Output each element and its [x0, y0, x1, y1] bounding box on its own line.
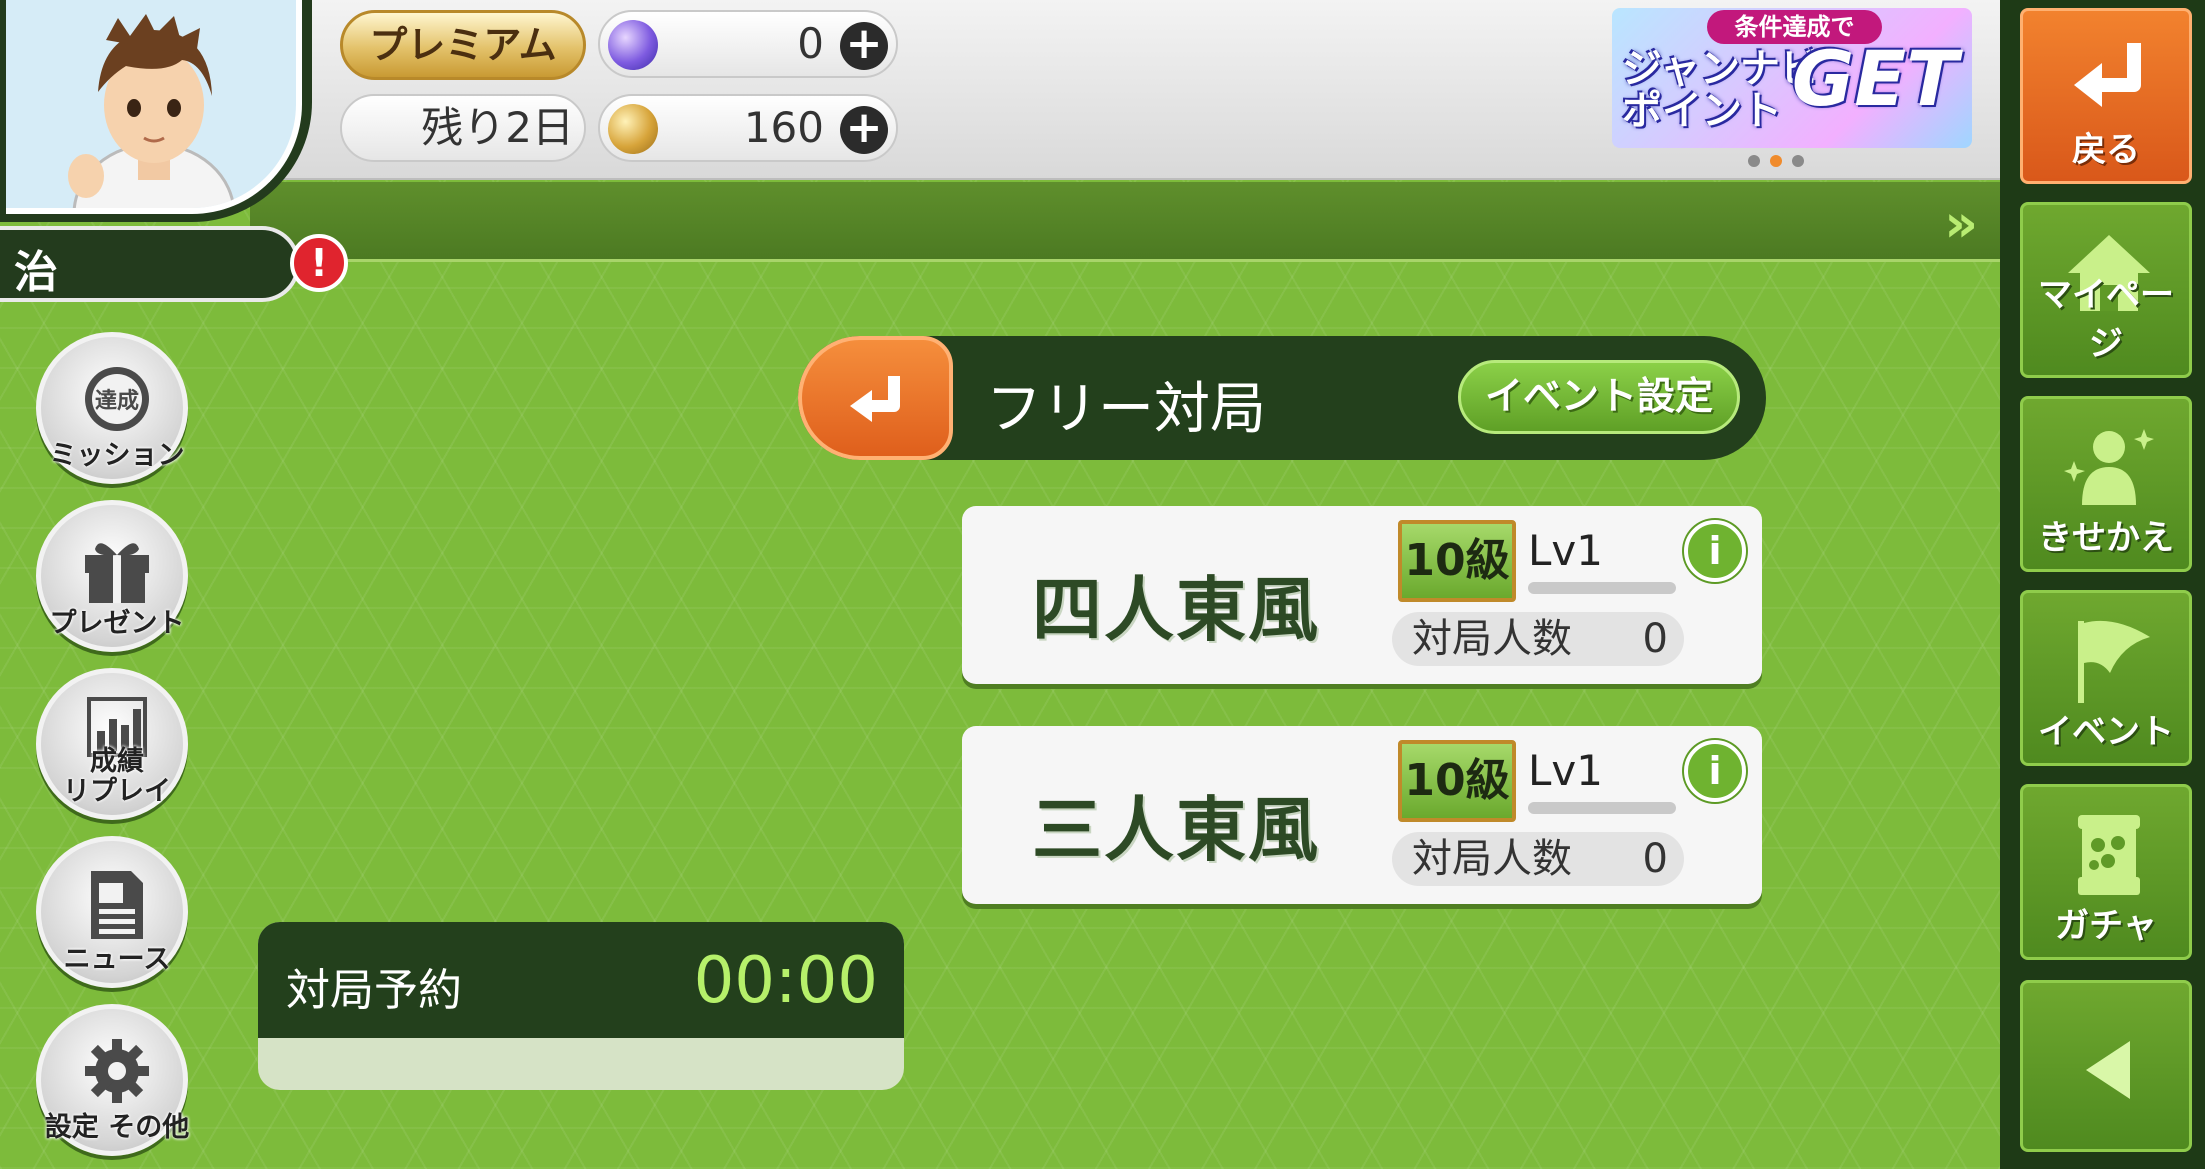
- back-arrow-icon: [2074, 43, 2141, 107]
- news-label: ニュース: [63, 944, 171, 975]
- coin-counter: 160 +: [598, 94, 898, 162]
- banner-get: GET: [1791, 34, 1958, 123]
- rank-badge: 10級: [1398, 520, 1516, 602]
- reservation-header: 対局予約 00:00: [258, 922, 904, 1038]
- player-count-label: 対局人数: [1412, 836, 1572, 882]
- mode-back-button[interactable]: [798, 336, 953, 460]
- dressup-button[interactable]: きせかえ: [2020, 396, 2192, 572]
- add-gems-button[interactable]: +: [840, 22, 888, 70]
- info-icon[interactable]: i: [1684, 740, 1746, 802]
- coin-icon: [608, 104, 658, 154]
- info-icon[interactable]: i: [1684, 520, 1746, 582]
- rank-badge: 10級: [1398, 740, 1516, 822]
- collapse-menu-button[interactable]: [2020, 980, 2192, 1152]
- back-label: 戻る: [2072, 130, 2140, 170]
- pager-dot-active[interactable]: [1770, 155, 1782, 167]
- record-replay-button[interactable]: 成績 リプレイ: [36, 668, 188, 820]
- dressup-label: きせかえ: [2038, 518, 2174, 558]
- level-progress-bar: [1528, 802, 1676, 814]
- gacha-button[interactable]: ガチャ: [2020, 784, 2192, 960]
- mypage-label: マイページ: [2038, 275, 2174, 364]
- avatar-frame[interactable]: [0, 0, 312, 222]
- player-count-label: 対局人数: [1412, 616, 1572, 662]
- gift-icon: [85, 543, 149, 603]
- record-label-line2: リプレイ: [63, 776, 171, 807]
- player-name: 治: [0, 226, 300, 302]
- pager-dot[interactable]: [1792, 155, 1804, 167]
- mission-button[interactable]: 達成 ミッション: [36, 332, 188, 484]
- mission-label: ミッション: [49, 440, 185, 471]
- premium-remaining: 残り2日: [340, 94, 586, 162]
- mypage-button[interactable]: マイページ: [2020, 202, 2192, 378]
- player-count: 対局人数 0: [1392, 612, 1684, 666]
- level-progress-bar: [1528, 582, 1676, 594]
- player-count: 対局人数 0: [1392, 832, 1684, 886]
- avatar[interactable]: [6, 0, 302, 214]
- triangle-left-icon: [2086, 1041, 2130, 1099]
- present-button[interactable]: プレゼント: [36, 500, 188, 652]
- mission-stamp-icon: 達成: [85, 367, 149, 431]
- room-title: 三人東風: [1032, 788, 1320, 871]
- banner-pager: [1748, 152, 1814, 171]
- event-settings-button[interactable]: イベント設定: [1458, 360, 1740, 434]
- gacha-machine-icon: [2078, 815, 2140, 895]
- match-reservation-panel[interactable]: 対局予約 00:00: [258, 922, 904, 1090]
- level-label: Lv1: [1528, 746, 1603, 795]
- exclamation-icon[interactable]: !: [290, 234, 348, 292]
- reservation-label: 対局予約: [286, 965, 462, 1016]
- event-button[interactable]: イベント: [2020, 590, 2192, 766]
- settings-label: 設定 その他: [44, 1112, 190, 1143]
- dressup-person-icon: [2064, 429, 2154, 505]
- right-navigation: 戻る マイページ きせかえ イベント ガチャ: [2000, 0, 2205, 1169]
- mode-title: フリー対局: [986, 377, 1266, 442]
- promo-banner[interactable]: 条件達成で ジャンナビ ポイント GET: [1612, 8, 1972, 148]
- banner-text: ジャンナビ ポイント GET: [1622, 34, 1962, 138]
- player-count-value: 0: [1642, 616, 1668, 662]
- add-coins-button[interactable]: +: [840, 106, 888, 154]
- settings-button[interactable]: 設定 その他: [36, 1004, 189, 1156]
- room-title: 四人東風: [1032, 568, 1320, 651]
- mission-stamp-text: 達成: [95, 388, 139, 414]
- gem-count: 0: [797, 19, 824, 68]
- room-card-four-player[interactable]: 四人東風 10級 Lv1 対局人数 0 i: [962, 506, 1762, 684]
- room-card-three-player[interactable]: 三人東風 10級 Lv1 対局人数 0 i: [962, 726, 1762, 904]
- record-replay-label: 成績 リプレイ: [31, 747, 203, 807]
- avatar-character-icon: [68, 14, 236, 208]
- reservation-timer: 00:00: [693, 944, 878, 1018]
- expand-chevron-icon[interactable]: »: [1944, 194, 1978, 254]
- premium-badge[interactable]: プレミアム: [340, 10, 586, 80]
- gem-icon: [608, 20, 658, 70]
- present-label: プレゼント: [49, 608, 185, 639]
- gear-icon: [85, 1039, 149, 1103]
- flag-icon: [2078, 620, 2150, 703]
- level-label: Lv1: [1528, 526, 1603, 575]
- gem-counter: 0 +: [598, 10, 898, 78]
- pager-dot[interactable]: [1748, 155, 1760, 167]
- back-button[interactable]: 戻る: [2020, 8, 2192, 184]
- record-label-line1: 成績: [90, 746, 144, 777]
- news-button[interactable]: ニュース: [36, 836, 188, 988]
- mode-header: フリー対局 イベント設定: [798, 336, 1766, 460]
- player-count-value: 0: [1642, 836, 1668, 882]
- event-label: イベント: [2038, 712, 2174, 752]
- news-document-icon: [91, 871, 143, 939]
- sub-header-bar: »: [250, 182, 2000, 262]
- gacha-label: ガチャ: [2055, 906, 2157, 946]
- coin-count: 160: [743, 103, 824, 152]
- return-arrow-icon: [850, 376, 900, 422]
